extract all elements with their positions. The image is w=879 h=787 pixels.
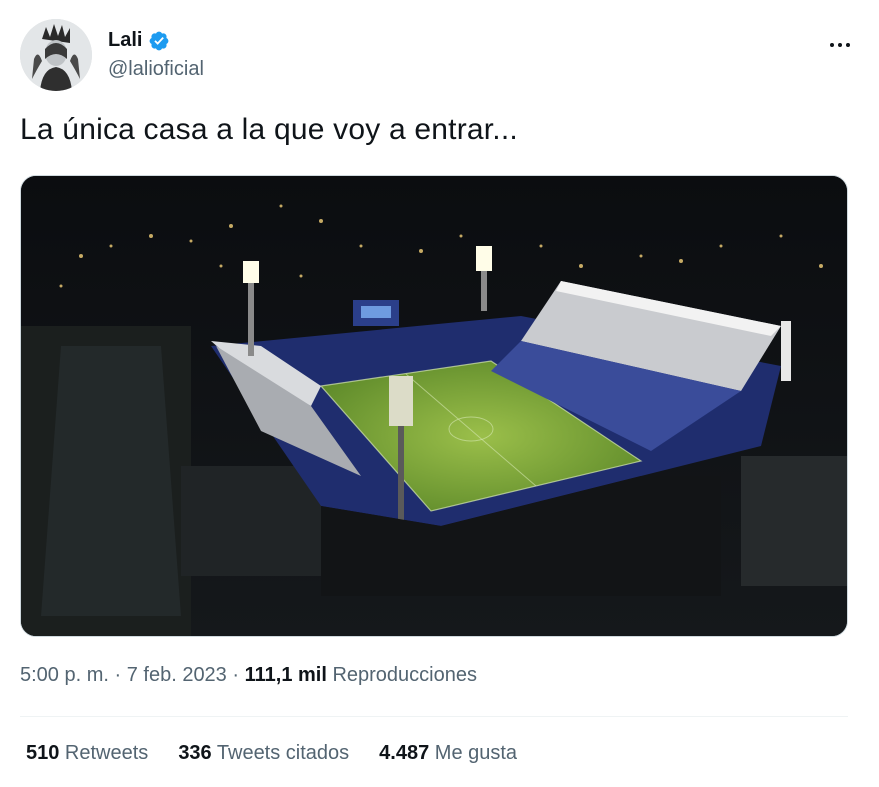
avatar-image xyxy=(20,19,92,91)
tweet-photo[interactable] xyxy=(20,175,848,637)
divider xyxy=(20,716,848,717)
tweet-header: Lali @lalioficial xyxy=(20,19,860,93)
retweets-count: 510 xyxy=(26,742,60,764)
meta-separator: · xyxy=(226,664,245,686)
likes-stat[interactable]: 4.487 Me gusta xyxy=(379,742,517,765)
likes-count: 4.487 xyxy=(379,742,430,764)
quote-tweets-label: Tweets citados xyxy=(211,742,350,764)
quote-tweets-count: 336 xyxy=(178,742,212,764)
display-name[interactable]: Lali xyxy=(108,29,142,52)
tweet-meta: 5:00 p. m. · 7 feb. 2023 · 111,1 mil Rep… xyxy=(20,664,477,687)
quote-tweets-stat[interactable]: 336 Tweets citados xyxy=(178,742,349,765)
stadium-night-aerial-icon xyxy=(21,176,847,636)
views-label: Reproducciones xyxy=(326,664,477,686)
retweets-label: Retweets xyxy=(59,742,149,764)
tweet-date[interactable]: 7 feb. 2023 xyxy=(127,664,227,686)
retweets-stat[interactable]: 510 Retweets xyxy=(26,742,148,765)
user-handle[interactable]: @lalioficial xyxy=(108,58,204,81)
tweet-time[interactable]: 5:00 p. m. xyxy=(20,664,109,686)
verified-badge-icon[interactable] xyxy=(148,30,170,52)
likes-label: Me gusta xyxy=(429,742,518,764)
more-options-icon[interactable] xyxy=(820,31,860,59)
meta-separator: · xyxy=(108,664,127,686)
views-count: 111,1 mil xyxy=(244,664,327,686)
engagement-stats: 510 Retweets 336 Tweets citados 4.487 Me… xyxy=(26,742,517,765)
tweet-text: La única casa a la que voy a entrar... xyxy=(20,113,518,146)
avatar[interactable] xyxy=(20,19,92,91)
